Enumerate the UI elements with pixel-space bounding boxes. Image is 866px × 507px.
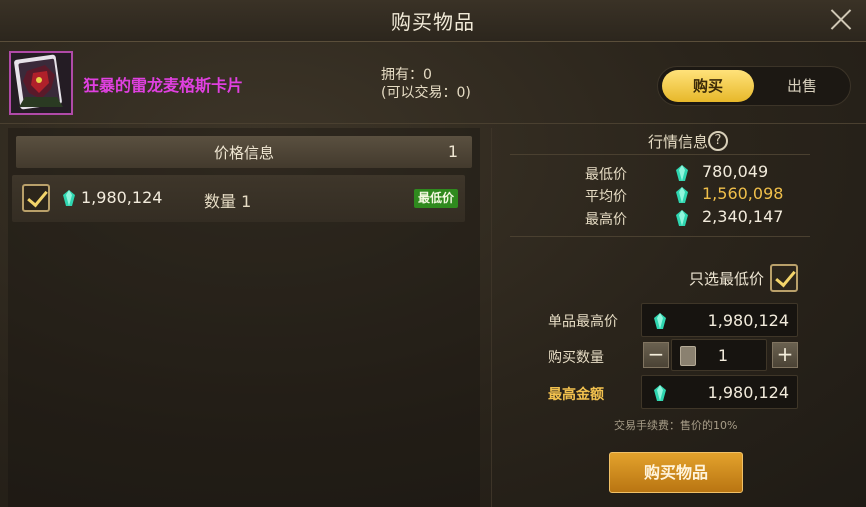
market-info-title: 行情信息 (648, 133, 709, 151)
max-total-label: 最高金额 (548, 387, 604, 403)
max-unit-price-field[interactable]: 1,980,124 (641, 303, 798, 337)
price-info-header: 价格信息 1 (16, 136, 472, 168)
buy-item-dialog: 购买物品 狂暴的雷龙麦格斯卡片 拥有：0 (可以交易：0) 购买 出售 价格信息… (0, 0, 866, 507)
close-icon[interactable] (828, 6, 854, 32)
buy-sell-toggle: 购买 出售 (657, 66, 851, 106)
market-divider-bottom (510, 236, 810, 237)
max-unit-price-label: 单品最高价 (548, 314, 618, 330)
quantity-value: 1 (717, 346, 728, 365)
question-circle-icon[interactable]: ? (708, 131, 728, 151)
only-lowest-checkbox[interactable] (770, 264, 798, 292)
only-lowest-label: 只选最低价 (689, 270, 765, 288)
header-divider (0, 123, 866, 124)
highest-price-value: 2,340,147 (702, 207, 784, 226)
gem-icon (654, 385, 666, 401)
average-price-label: 平均价 (585, 189, 627, 205)
dialog-title: 购买物品 (391, 10, 475, 34)
max-total-value: 1,980,124 (707, 383, 789, 402)
gem-icon (654, 313, 666, 329)
tradable-count: (可以交易：0) (381, 85, 471, 101)
transaction-fee-note: 交易手续费：售价的10% (614, 419, 738, 432)
market-divider-top (510, 154, 810, 155)
item-card-icon (9, 51, 73, 115)
listing-price: 1,980,124 (81, 188, 163, 207)
owned-count: 拥有：0 (381, 67, 432, 83)
listing-quantity: 数量 1 (204, 192, 252, 211)
max-total-field: 1,980,124 (641, 375, 798, 409)
item-name: 狂暴的雷龙麦格斯卡片 (83, 76, 244, 95)
average-price-value: 1,560,098 (702, 184, 784, 203)
price-info-title: 价格信息 (213, 144, 274, 162)
listing-row[interactable]: 1,980,124 数量 1 最低价 (12, 175, 465, 222)
title-bar: 购买物品 (0, 0, 866, 42)
max-unit-price-value: 1,980,124 (707, 311, 789, 330)
lowest-price-badge: 最低价 (414, 189, 459, 208)
gem-icon (63, 190, 75, 206)
quantity-label: 购买数量 (548, 350, 604, 366)
panel-divider (491, 128, 492, 507)
ownership-info: 拥有：0 (可以交易：0) (381, 66, 471, 102)
quantity-plus-button[interactable]: + (772, 342, 798, 368)
highest-price-label: 最高价 (585, 212, 627, 228)
calculator-icon[interactable] (680, 346, 696, 366)
gem-icon (676, 210, 688, 226)
price-info-count: 1 (447, 142, 458, 161)
quantity-minus-button[interactable]: − (643, 342, 669, 368)
listing-checkbox[interactable] (22, 184, 50, 212)
lowest-price-label: 最低价 (585, 167, 627, 183)
gem-icon (676, 187, 688, 203)
buy-item-button[interactable]: 购买物品 (609, 452, 743, 493)
tab-sell[interactable]: 出售 (756, 70, 848, 102)
gem-icon (676, 165, 688, 181)
lowest-price-value: 780,049 (702, 162, 769, 181)
tab-buy[interactable]: 购买 (662, 70, 754, 102)
